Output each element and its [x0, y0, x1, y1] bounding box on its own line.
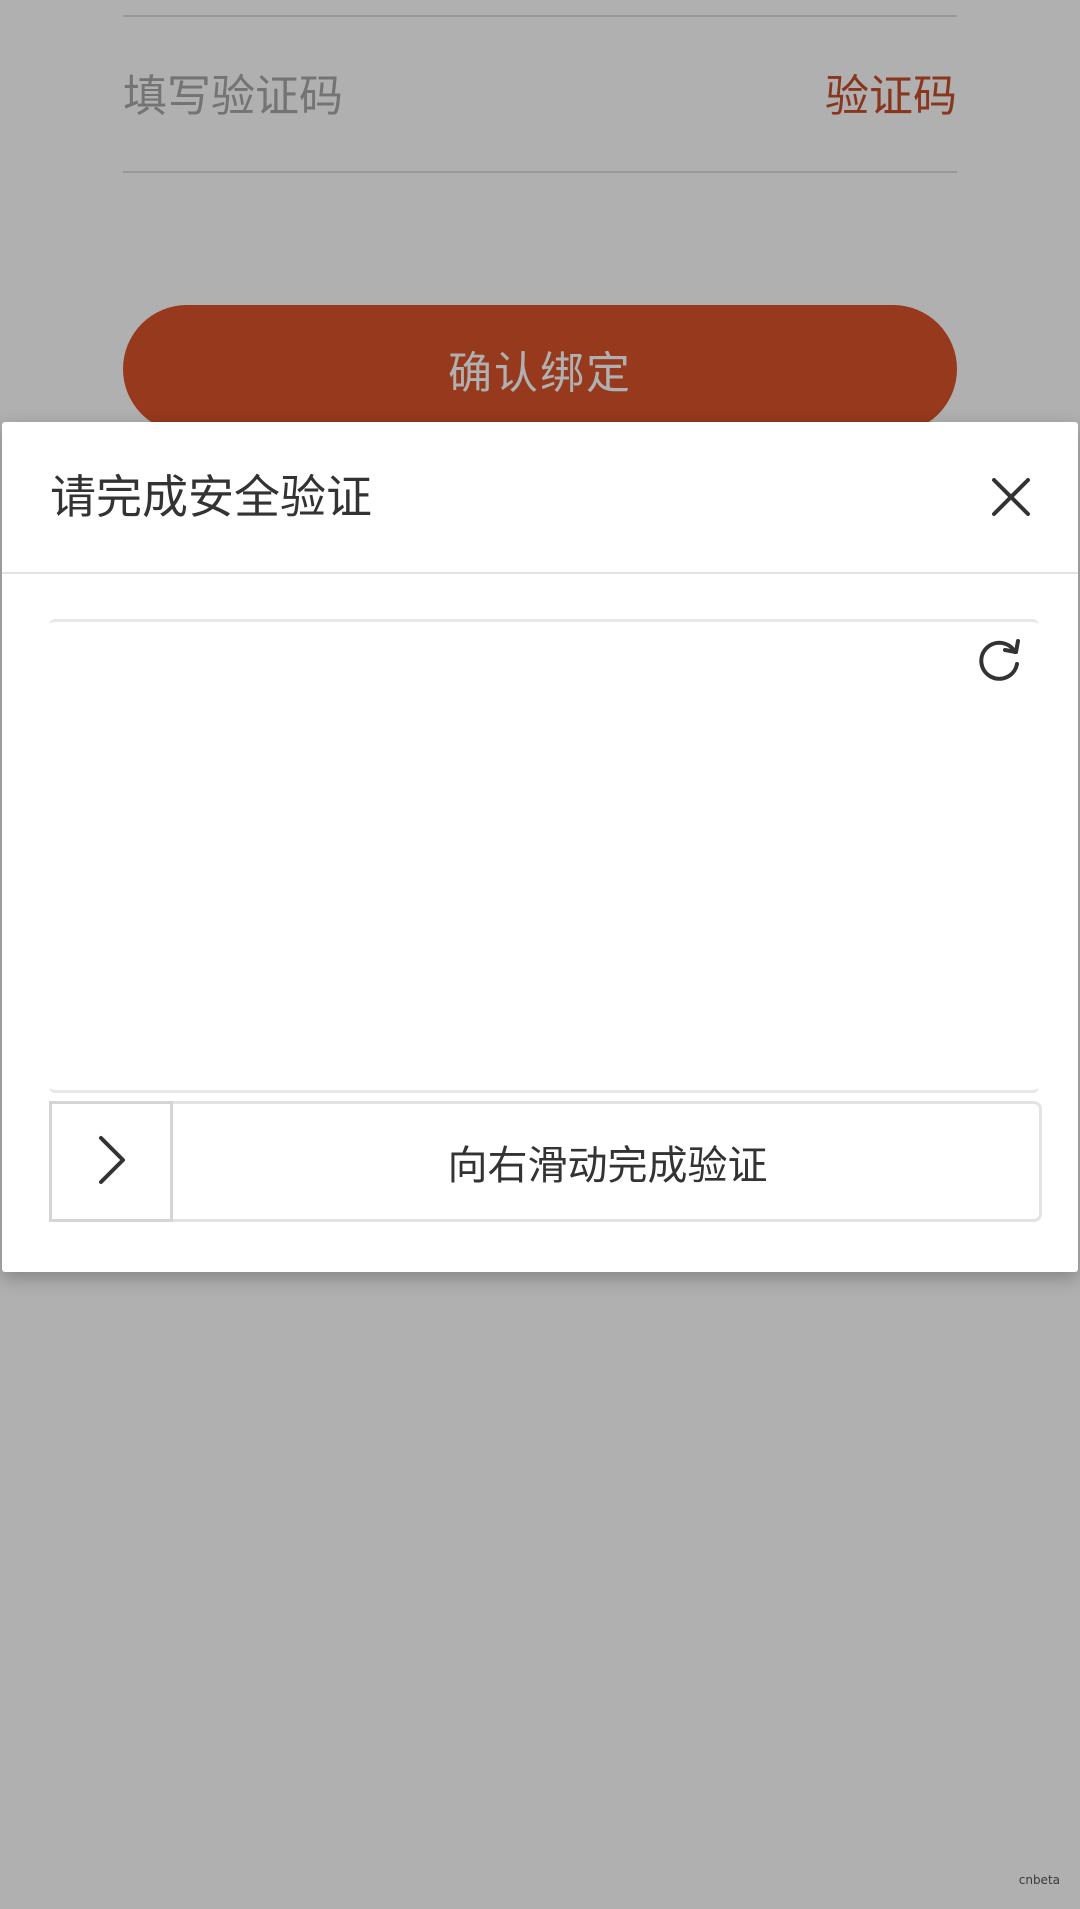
dialog-header: 请完成安全验证 — [2, 422, 1078, 574]
slider-handle[interactable] — [49, 1101, 173, 1222]
refresh-icon[interactable] — [971, 632, 1027, 688]
security-verification-dialog: 请完成安全验证 向右滑动完成验证 — [2, 422, 1078, 1272]
chevron-right-icon — [91, 1132, 131, 1192]
dialog-title: 请完成安全验证 — [50, 470, 372, 524]
captcha-image-area — [49, 619, 1039, 1093]
close-icon[interactable] — [986, 472, 1036, 522]
watermark-logo: cnbeta — [1018, 1873, 1060, 1887]
slider-track[interactable]: 向右滑动完成验证 — [49, 1101, 1042, 1222]
slider-hint-text: 向右滑动完成验证 — [447, 1142, 768, 1189]
